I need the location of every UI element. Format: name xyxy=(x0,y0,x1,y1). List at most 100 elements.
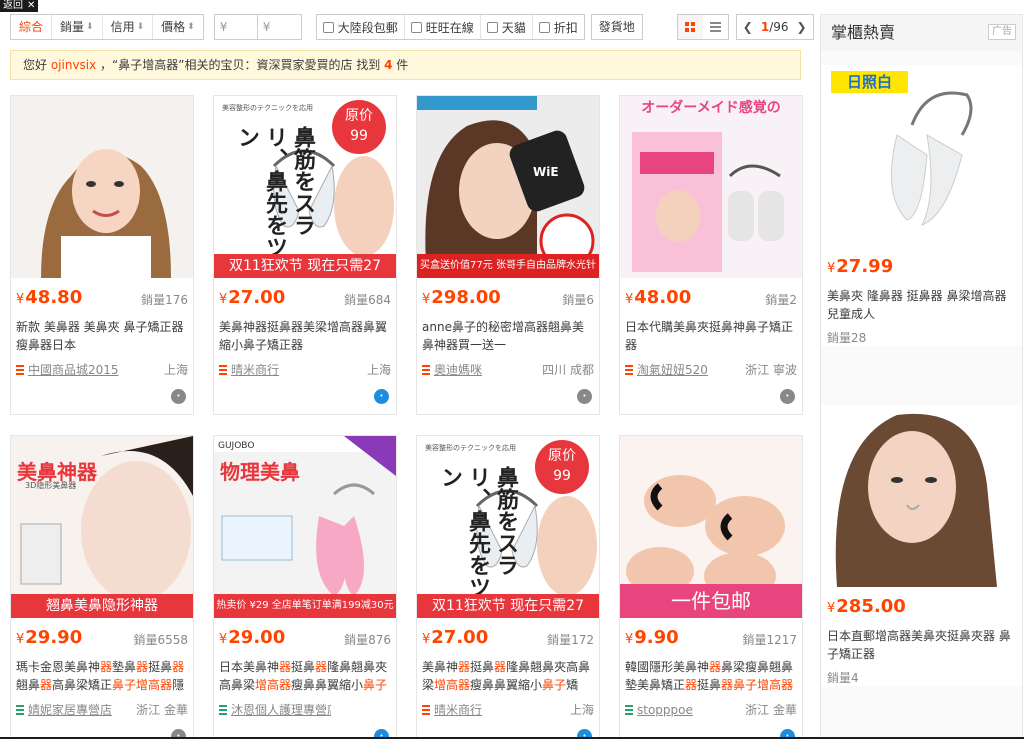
shop-name: 婧妮家居專營店 xyxy=(28,703,113,717)
shop-name: 沐恩個人護理專營店 xyxy=(231,703,331,717)
image-banner: 双11狂欢节 现在只需27 xyxy=(214,254,396,278)
title-text: 瑪卡金恩美鼻神 xyxy=(16,660,101,674)
product-image[interactable] xyxy=(11,96,193,278)
filter-free-shipping[interactable]: 大陸段包郵 xyxy=(317,15,405,39)
product-image[interactable]: 美容整形のテクニックを応用 原价 99 鼻筋をスラリ、鼻先をツン 双11狂欢节 现在只… xyxy=(214,96,396,278)
product-image[interactable]: 一件包邮 xyxy=(620,436,802,618)
shop-link[interactable]: 晴米商行 xyxy=(422,701,482,718)
price-value: 27.99 xyxy=(836,256,894,277)
sort-default[interactable]: 綜合 xyxy=(11,15,53,39)
product-info: ¥9.90 銷量1217 韓國隱形美鼻神器鼻梁瘦鼻翹鼻墊美鼻矯正器挺鼻器鼻子增高器 s… xyxy=(620,618,802,739)
color-tag: 日照白 xyxy=(831,71,909,93)
user-nick[interactable]: ojinvsix xyxy=(51,58,96,72)
shop-name: 奧迪媽咪 xyxy=(434,363,483,377)
currency-symbol: ¥ xyxy=(422,632,431,647)
checkbox[interactable] xyxy=(410,21,422,33)
product-title[interactable]: 瑪卡金恩美鼻神器墊鼻器挺鼻器翹鼻器高鼻梁矯正鼻子增高器隱 xyxy=(16,658,188,694)
side-product-image[interactable] xyxy=(827,405,1017,587)
shop-icon xyxy=(219,704,227,715)
sales-count: 銷量1217 xyxy=(742,633,797,647)
shop-name: 晴米商行 xyxy=(231,363,280,377)
checkbox[interactable] xyxy=(322,21,334,33)
price-value: 29.90 xyxy=(25,627,83,648)
product-title[interactable]: 新款 美鼻器 美鼻夾 鼻子矯正器瘦鼻器日本 xyxy=(16,318,188,354)
product-title[interactable]: anne鼻子的秘密增高器翹鼻美鼻神器買一送一 xyxy=(422,318,594,354)
product-title[interactable]: 美鼻神器挺鼻器隆鼻翹鼻夾高鼻梁增高器瘦鼻鼻翼縮小鼻子矯 xyxy=(422,658,594,694)
shop-link[interactable]: 奧迪媽咪 xyxy=(422,361,482,378)
wangwang-chat-icon[interactable]: • xyxy=(577,389,592,404)
title-keyword: 器 xyxy=(136,660,149,674)
product-card[interactable]: 3D隐形美鼻器 美鼻神器 翘鼻美鼻隐形神器 ¥29.90 銷量6558 瑪卡金恩美鼻神器墊… xyxy=(10,435,194,739)
product-card[interactable]: GUJOBO 物理美鼻 热卖价 ¥29 全店单笔订单满199减30元 ¥29.00 銷量… xyxy=(213,435,397,739)
shop-link[interactable]: 淘氣妞妞520 xyxy=(625,361,708,378)
product-card[interactable]: WiE 买盒送价值77元 张哥手自由品牌水光针一盒 ¥298.00 銷量6 anne鼻子… xyxy=(416,95,600,415)
filter-toolbar: 綜合 銷量 ⬇ 信用 ⬇ 價格 ⬍ ¥ ¥ 大陸段包郵 旺旺在線 天貓 折扣 發貨地 … xyxy=(10,14,814,40)
sales-count: 銷量176 xyxy=(141,293,188,307)
product-image[interactable]: WiE 买盒送价值77元 张哥手自由品牌水光针一盒 xyxy=(417,96,599,278)
back-tag[interactable]: 返回 ✕ xyxy=(0,0,39,12)
title-keyword: 器 xyxy=(458,660,471,674)
shop-link[interactable]: 晴米商行 xyxy=(219,361,279,378)
sort-price-label: 價格 xyxy=(161,20,186,34)
sort-credit[interactable]: 信用 ⬇ xyxy=(103,15,154,39)
sort-sales[interactable]: 銷量 ⬇ xyxy=(52,15,103,39)
product-image[interactable]: オーダーメイド感覚の xyxy=(620,96,802,278)
product-image[interactable]: GUJOBO 物理美鼻 热卖价 ¥29 全店单笔订单满199减30元 xyxy=(214,436,396,618)
shop-link[interactable]: 中國商品城2015 xyxy=(16,361,119,378)
product-info: ¥298.00 銷量6 anne鼻子的秘密增高器翹鼻美鼻神器買一送一 奧迪媽咪 四川 成… xyxy=(417,278,599,414)
product-card[interactable]: 美容整形のテクニックを応用 原价 99 鼻筋をスラリ、鼻先をツン 双11狂欢节 现在只… xyxy=(213,95,397,415)
filter-discount[interactable]: 折扣 xyxy=(533,15,584,39)
shop-icon xyxy=(625,704,633,715)
title-keyword: 器 xyxy=(172,660,185,674)
side-product-price: ¥27.99 xyxy=(827,255,1016,281)
shop-link[interactable]: stopppoe xyxy=(625,703,693,717)
list-view-button[interactable] xyxy=(703,15,728,39)
side-product-image[interactable]: 日照白 xyxy=(827,65,1017,247)
title-keyword: 器 xyxy=(494,660,507,674)
side-product-title[interactable]: 美鼻夾 隆鼻器 挺鼻器 鼻梁增高器 兒童成人 xyxy=(827,287,1016,323)
next-page-icon[interactable]: ❯ xyxy=(797,20,807,34)
checkbox[interactable] xyxy=(538,21,550,33)
price-to-input[interactable]: ¥ xyxy=(257,14,302,40)
filter-tmall[interactable]: 天貓 xyxy=(481,15,533,39)
grid-view-button[interactable] xyxy=(677,15,703,39)
side-product[interactable]: ¥285.00 日本直郵增高器美鼻夾挺鼻夾器 鼻子矯正器 銷量4 xyxy=(821,405,1022,686)
product-image[interactable]: 3D隐形美鼻器 美鼻神器 翘鼻美鼻隐形神器 xyxy=(11,436,193,618)
currency-symbol: ¥ xyxy=(219,292,228,307)
sales-count: 銷量684 xyxy=(344,293,391,307)
product-image[interactable]: 美容整形のテクニックを応用 原价 99 鼻筋をスラリ、鼻先をツン 双11狂欢节 现在只… xyxy=(417,436,599,618)
title-keyword: 器 xyxy=(40,678,53,692)
filter-wangwang-online[interactable]: 旺旺在線 xyxy=(405,15,481,39)
shop-link[interactable]: 沐恩個人護理專營店 xyxy=(219,701,331,718)
side-product-title[interactable]: 日本直郵增高器美鼻夾挺鼻夾器 鼻子矯正器 xyxy=(827,627,1016,663)
sort-price[interactable]: 價格 ⬍ xyxy=(153,15,203,39)
title-text: 美鼻神 xyxy=(422,660,459,674)
wangwang-chat-icon[interactable]: • xyxy=(374,389,389,404)
prev-page-icon[interactable]: ❮ xyxy=(743,20,753,34)
wangwang-chat-icon[interactable]: • xyxy=(171,389,186,404)
price-value: 9.90 xyxy=(634,627,679,648)
product-card[interactable]: ¥48.80 銷量176 新款 美鼻器 美鼻夾 鼻子矯正器瘦鼻器日本 中國商品城201… xyxy=(10,95,194,415)
filter-label: 折扣 xyxy=(553,20,578,35)
product-title[interactable]: 日本代購美鼻夾挺鼻神鼻子矯正器 xyxy=(625,318,797,354)
sort-default-label: 綜合 xyxy=(19,20,44,34)
sort-arrow-icon: ⬇ xyxy=(136,22,145,32)
product-title[interactable]: 日本美鼻神器挺鼻器隆鼻翹鼻夾高鼻梁增高器瘦鼻鼻翼縮小鼻子夾 xyxy=(219,658,391,694)
product-title[interactable]: 韓國隱形美鼻神器鼻梁瘦鼻翹鼻墊美鼻矯正器挺鼻器鼻子增高器 xyxy=(625,658,797,694)
sort-sales-label: 銷量 xyxy=(60,20,85,34)
filter-label: 旺旺在線 xyxy=(425,20,474,35)
checkbox[interactable] xyxy=(486,21,498,33)
shop-location: 浙江 寧波 xyxy=(745,363,797,377)
shop-link[interactable]: 婧妮家居專營店 xyxy=(16,701,112,718)
product-card[interactable]: 美容整形のテクニックを応用 原价 99 鼻筋をスラリ、鼻先をツン 双11狂欢节 现在只… xyxy=(416,435,600,739)
sales-count: 銷量876 xyxy=(344,633,391,647)
price-from-input[interactable]: ¥ xyxy=(213,14,258,40)
side-product[interactable]: 日照白 ¥27.99 美鼻夾 隆鼻器 挺鼻器 鼻梁增高器 兒童成人 銷量28 xyxy=(821,65,1022,346)
wangwang-chat-icon[interactable]: • xyxy=(780,389,795,404)
ship-from-button[interactable]: 發貨地 xyxy=(590,14,643,40)
product-card[interactable]: オーダーメイド感覚の ¥48.00 銷量2 日本代購美鼻夾挺鼻神鼻子矯正器 淘氣妞妞52… xyxy=(619,95,803,415)
product-title[interactable]: 美鼻神器挺鼻器美梁增高器鼻翼縮小鼻子矯正器 xyxy=(219,318,391,354)
title-text: 挺鼻 xyxy=(470,660,495,674)
product-card[interactable]: 一件包邮 ¥9.90 銷量1217 韓國隱形美鼻神器鼻梁瘦鼻翹鼻墊美鼻矯正器挺鼻器鼻子… xyxy=(619,435,803,739)
close-icon[interactable]: ✕ xyxy=(27,0,35,12)
